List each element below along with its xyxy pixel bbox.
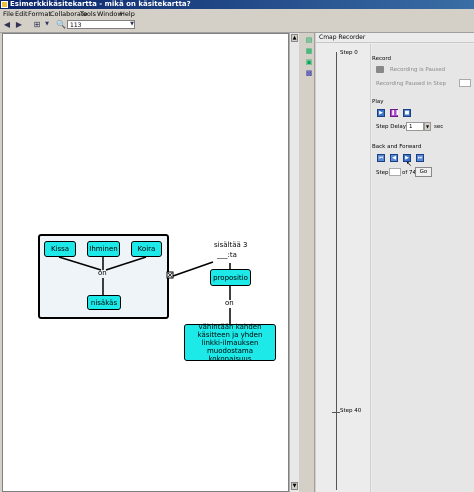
menu-file[interactable]: File <box>3 10 14 18</box>
recording-paused-step-field[interactable] <box>459 79 471 87</box>
window-title-bar: Esimerkkikäsitekartta - mikä on käsiteka… <box>0 0 474 9</box>
mouse-cursor-icon: ↖ <box>406 160 412 168</box>
recorder-timeline[interactable]: Step 0 Step 40 <box>316 44 371 492</box>
step-label: Step <box>376 170 389 176</box>
cmap-app-icon <box>1 1 8 8</box>
step-of-label: of 74 <box>402 170 417 176</box>
recorder-icon[interactable]: ▣ <box>305 58 313 66</box>
timeline-line <box>336 52 337 490</box>
menu-bar: File Edit Format Collaborate Tools Windo… <box>0 9 474 18</box>
concept-map-links <box>38 234 231 324</box>
play-header: Play <box>372 99 384 105</box>
record-button-icon[interactable] <box>376 66 384 73</box>
step-delay-unit: sec <box>434 124 444 130</box>
first-step-icon[interactable]: ⏮ <box>377 154 385 162</box>
step-delay-label: Step Delay <box>376 124 407 130</box>
record-header: Record <box>372 56 392 62</box>
node-propositio[interactable]: propositio <box>210 269 251 286</box>
node-vahintaan[interactable]: vähintään kahden käsitteen ja yhden link… <box>184 323 276 363</box>
last-step-icon[interactable]: ⏭ <box>416 154 424 162</box>
cmap-recorder-panel: Cmap Recorder Step 0 Step 40 Record Reco… <box>316 33 474 492</box>
presenter-icon[interactable]: ▩ <box>305 69 313 77</box>
styles-icon[interactable]: ▦ <box>305 47 313 55</box>
menu-edit[interactable]: Edit <box>15 10 28 18</box>
link-label-on[interactable]: on <box>98 269 107 277</box>
menu-help[interactable]: Help <box>120 10 135 18</box>
node-koira[interactable]: Koira <box>131 241 162 257</box>
layout-icon[interactable]: ⊞ <box>32 20 42 29</box>
scroll-down-icon[interactable]: ▼ <box>291 482 298 490</box>
previous-step-icon[interactable]: ◀ <box>390 154 398 162</box>
window-title: Esimerkkikäsitekartta - mikä on käsiteka… <box>10 0 191 8</box>
stop-icon[interactable]: ■ <box>403 109 411 117</box>
menu-format[interactable]: Format <box>28 10 51 18</box>
recorder-controls: Record Recording is Paused Recording Pau… <box>372 44 474 492</box>
pause-icon[interactable]: ❚❚ <box>390 109 399 117</box>
toolbar: ◀ ▶ ⊞ ▼ 🔍 113 ▼ <box>0 18 474 33</box>
timeline-step-40[interactable]: Step 40 <box>340 408 361 414</box>
timeline-marker <box>332 412 340 413</box>
node-kissa[interactable]: Kissa <box>44 241 76 257</box>
play-icon[interactable]: ▶ <box>377 109 385 117</box>
link-label-ta[interactable]: ___:ta <box>217 251 237 259</box>
step-number-field[interactable] <box>389 168 401 176</box>
timeline-step-0[interactable]: Step 0 <box>340 50 358 56</box>
link-label-sisaltaa[interactable]: sisältää 3 <box>214 241 247 249</box>
link-group-sisaltaa <box>172 261 214 277</box>
recording-status: Recording is Paused <box>390 67 446 73</box>
go-button[interactable]: Go <box>415 167 432 177</box>
link-label-on-2[interactable]: on <box>225 299 234 307</box>
back-forward-header: Back and Forward <box>372 144 422 150</box>
step-delay-dropdown-icon[interactable]: ▼ <box>424 122 431 131</box>
zoom-dropdown-icon[interactable]: ▼ <box>127 20 137 29</box>
step-delay-field[interactable]: 1 <box>406 122 424 131</box>
scroll-up-icon[interactable]: ▲ <box>291 34 298 42</box>
properties-icon[interactable]: ▤ <box>305 36 313 44</box>
zoom-icon[interactable]: 🔍 <box>56 20 66 29</box>
node-ihminen[interactable]: Ihminen <box>87 241 120 257</box>
menu-tools[interactable]: Tools <box>80 10 96 18</box>
recorder-title: Cmap Recorder <box>316 33 474 43</box>
zoom-field[interactable]: 113 <box>67 20 135 29</box>
side-icon-strip: ▤ ▦ ▣ ▩ <box>303 33 315 492</box>
layout-dropdown-icon[interactable]: ▼ <box>42 20 52 29</box>
back-arrow-icon[interactable]: ◀ <box>2 20 12 29</box>
canvas-vertical-scrollbar[interactable]: ▲ ▼ <box>289 33 299 492</box>
node-nisakas[interactable]: nisäkäs <box>87 295 121 310</box>
menu-window[interactable]: Window <box>97 10 123 18</box>
recording-paused-label: Recording Paused in Step <box>376 81 446 87</box>
cmap-canvas[interactable]: Kissa Ihminen Koira on nisäkäs sisältää … <box>2 33 289 492</box>
forward-arrow-icon[interactable]: ▶ <box>14 20 24 29</box>
